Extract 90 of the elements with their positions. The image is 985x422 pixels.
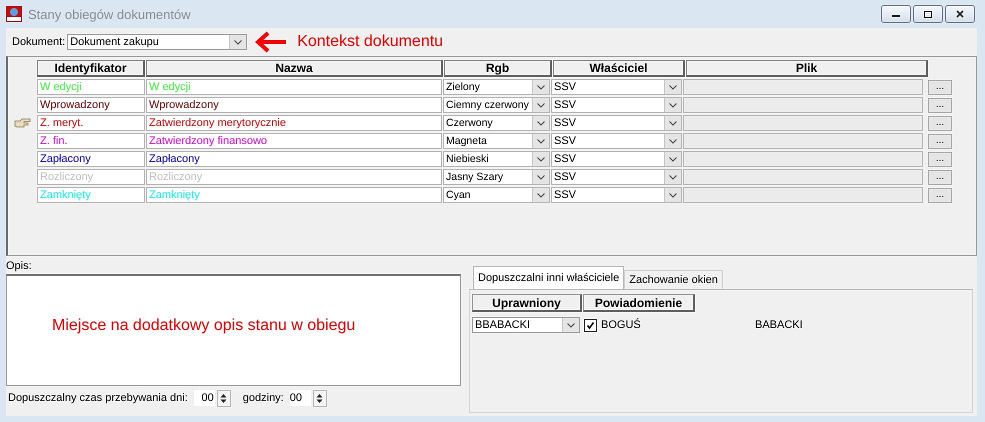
notify-user: BOGUŚ [601,319,642,331]
color-dropdown[interactable]: Niebieski [443,151,550,167]
hours-field[interactable]: 00 [290,390,311,406]
browse-button[interactable]: ... [928,80,952,94]
table-cell: W edycji [37,79,145,95]
app-icon [6,6,22,22]
table-cell: Rozliczony [37,169,145,185]
table-cell: Zapłacony [146,151,442,167]
caret-icon [669,120,677,126]
owner-dropdown[interactable]: SSV [551,169,682,185]
caret-icon [669,192,677,198]
owner-dropdown[interactable]: SSV [551,133,682,149]
browse-button[interactable]: ... [928,134,952,148]
caret-icon [234,40,242,44]
file-field[interactable] [683,133,923,149]
table-cell: Z. fin. [37,133,145,149]
description-field[interactable]: Miejsce na dodatkowy opis stanu w obiegu [6,274,461,386]
document-dropdown[interactable]: Dokument zakupu [67,34,248,50]
user-dropdown[interactable]: BBABACKI [472,317,580,333]
caret-icon [537,174,545,180]
arrow-icon [255,31,288,53]
minimize-button[interactable] [881,5,911,23]
browse-button[interactable]: ... [928,98,952,112]
owner-dropdown[interactable]: SSV [551,115,682,131]
caret-icon [669,156,677,162]
column-header[interactable]: Właściciel [553,60,685,76]
tab[interactable]: Zachowanie okien [624,270,723,289]
caret-icon [537,156,545,162]
checkbox[interactable] [584,318,597,332]
table-cell: Z. meryt. [37,115,145,131]
document-label: Dokument: [12,36,66,48]
table-cell: Zatwierdzony finansowo [146,133,442,149]
caret-icon [669,102,677,108]
close-icon [955,10,965,18]
file-field[interactable] [683,115,923,131]
column-header[interactable]: Rgb [444,60,552,76]
color-dropdown[interactable]: Magneta [443,133,550,149]
browse-button[interactable]: ... [928,188,952,202]
column-header[interactable]: Uprawniony [472,294,582,312]
caret-icon [537,84,545,90]
table-cell: Wprowadzony [37,97,145,113]
owner-dropdown[interactable]: SSV [551,97,682,113]
file-field[interactable] [683,169,923,185]
caret-icon [537,102,545,108]
owner-dropdown[interactable]: SSV [551,79,682,95]
caret-icon [537,120,545,126]
table-cell: Zamknięty [37,187,145,203]
caret-icon [669,138,677,144]
file-field[interactable] [683,97,923,113]
browse-button[interactable]: ... [928,116,952,130]
caret-icon [537,138,545,144]
browse-button[interactable]: ... [928,170,952,184]
days-label: Dopuszczalny czas przebywania dni: [8,392,188,404]
table-cell: Zamknięty [146,187,442,203]
close-button[interactable] [945,5,975,23]
color-dropdown[interactable]: Zielony [443,79,550,95]
table-cell: Zapłacony [37,151,145,167]
color-dropdown[interactable]: Jasny Szary [443,169,550,185]
column-header[interactable]: Powiadomienie [583,294,695,312]
table-cell: BABACKI [755,319,803,331]
caret-icon [669,84,677,90]
table-cell: Zatwierdzony merytorycznie [146,115,442,131]
column-header[interactable]: Nazwa [146,60,443,76]
color-dropdown[interactable]: Ciemny czerwony [443,97,550,113]
days-field[interactable]: 00 [194,390,215,406]
file-field[interactable] [683,151,923,167]
spinner-icon[interactable] [312,390,327,406]
hours-label: godziny: [242,392,284,404]
window-title: Stany obiegów dokumentów [28,6,192,22]
tab[interactable]: Dopuszczalni inni właściciele [473,266,624,289]
description-label: Opis: [6,260,33,274]
maximize-icon [923,10,933,18]
table-cell: W edycji [146,79,442,95]
color-dropdown[interactable]: Czerwony [443,115,550,131]
file-field[interactable] [683,79,923,95]
maximize-button[interactable] [913,5,943,23]
table-cell: Rozliczony [146,169,442,185]
spinner-icon[interactable] [216,390,231,406]
caret-icon [567,322,575,328]
caret-icon [537,192,545,198]
annotation-text: Kontekst dokumentu [297,33,444,51]
color-dropdown[interactable]: Cyan [443,187,550,203]
caret-icon [669,174,677,180]
browse-button[interactable]: ... [928,152,952,166]
file-field[interactable] [683,187,923,203]
column-header[interactable]: Plik [686,60,928,76]
column-header[interactable]: Identyfikator [37,60,145,76]
table-cell: Wprowadzony [146,97,442,113]
owner-dropdown[interactable]: SSV [551,187,682,203]
owner-dropdown[interactable]: SSV [551,151,682,167]
